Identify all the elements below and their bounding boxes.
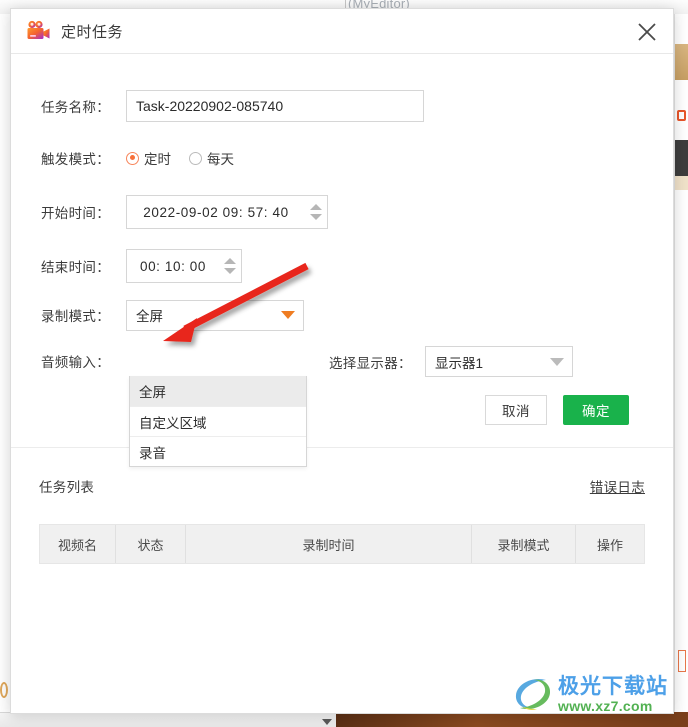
record-mode-select[interactable]: 全屏 [126, 299, 304, 331]
start-time-row: 开始时间： 2022-09-02 09: 57: 40 [11, 184, 673, 240]
column-header-video-name: 视频名 [40, 525, 116, 563]
task-name-label: 任务名称： [41, 100, 110, 115]
dropdown-option-custom-region[interactable]: 自定义区域 [130, 406, 306, 436]
task-name-input[interactable] [126, 90, 424, 122]
cancel-button[interactable]: 取消 [485, 395, 547, 425]
monitor-select-row: 选择显示器： 显示器1 [329, 346, 573, 377]
radio-option-timed-label: 定时 [144, 152, 171, 167]
stepper-down-icon[interactable] [310, 214, 322, 220]
dropdown-option-fullscreen[interactable]: 全屏 [130, 376, 306, 406]
end-time-label: 结束时间： [41, 260, 110, 275]
task-list-section: 任务列表 错误日志 视频名 状态 录制时间 录制模式 操作 [11, 448, 673, 564]
column-header-status: 状态 [116, 525, 186, 563]
scroll-down-arrow-icon[interactable] [322, 719, 332, 725]
task-form: 任务名称： 触发模式： 定时 每天 开始时间： 2022-09-02 09: 5… [11, 54, 673, 467]
background-orange-marker2-icon [678, 650, 686, 672]
stepper-down-icon[interactable] [224, 268, 236, 274]
radio-option-timed[interactable]: 定时 [126, 148, 171, 168]
error-log-link[interactable]: 错误日志 [590, 476, 645, 496]
stepper-up-icon[interactable] [310, 204, 322, 210]
task-list-title: 任务列表 [39, 480, 95, 495]
start-time-label: 开始时间： [41, 206, 110, 221]
record-mode-row: 录制模式： 全屏 [11, 292, 673, 338]
monitor-select[interactable]: 显示器1 [425, 346, 573, 377]
radio-unselected-icon [189, 151, 202, 165]
dialog-action-buttons: 取消 确定 [485, 395, 629, 425]
dropdown-option-custom-region-label: 自定义区域 [139, 415, 207, 431]
record-mode-dropdown: 全屏 自定义区域 录音 [129, 376, 307, 467]
radio-selected-icon [126, 151, 139, 165]
background-cream-thumbnail [675, 176, 688, 190]
column-header-record-mode: 录制模式 [472, 525, 576, 563]
monitor-label: 选择显示器： [329, 355, 412, 371]
record-mode-label: 录制模式： [41, 309, 110, 324]
column-header-record-time: 录制时间 [186, 525, 472, 563]
dropdown-option-fullscreen-label: 全屏 [139, 385, 166, 400]
background-brown-strip [336, 712, 688, 727]
stepper-up-icon[interactable] [224, 258, 236, 264]
radio-option-daily[interactable]: 每天 [189, 148, 234, 168]
task-name-row: 任务名称： [11, 80, 673, 132]
chevron-down-icon[interactable] [281, 311, 295, 319]
end-time-value: 00: 10: 00 [139, 258, 207, 274]
video-camera-icon [25, 20, 51, 42]
start-time-value: 2022-09-02 09: 57: 40 [143, 204, 289, 220]
background-left-orange-icon [0, 682, 8, 698]
close-icon[interactable] [631, 16, 663, 48]
dialog-titlebar: 定时任务 [11, 9, 673, 54]
trigger-mode-label: 触发模式： [41, 152, 110, 167]
end-time-stepper[interactable] [219, 250, 241, 282]
record-mode-selected-value: 全屏 [136, 309, 163, 324]
background-dark-thumbnail [675, 140, 688, 176]
background-gold-thumbnail [675, 44, 688, 80]
scheduled-task-dialog: 定时任务 任务名称： 触发模式： 定时 每天 [10, 8, 674, 714]
chevron-down-icon[interactable] [550, 357, 564, 366]
task-table-header-row: 视频名 状态 录制时间 录制模式 操作 [39, 524, 645, 564]
monitor-selected-value: 显示器1 [435, 355, 484, 371]
column-header-actions: 操作 [596, 537, 623, 553]
end-time-spinner[interactable]: 00: 10: 00 [126, 249, 242, 283]
background-orange-marker-icon [677, 110, 686, 121]
confirm-button[interactable]: 确定 [563, 395, 629, 425]
dropdown-option-audio-record-label: 录音 [139, 445, 166, 461]
trigger-mode-row: 触发模式： 定时 每天 [11, 132, 673, 184]
start-time-spinner[interactable]: 2022-09-02 09: 57: 40 [126, 195, 328, 229]
dialog-title: 定时任务 [61, 23, 124, 41]
start-time-stepper[interactable] [305, 196, 327, 228]
end-time-row: 结束时间： 00: 10: 00 [11, 240, 673, 292]
trigger-mode-radio-group: 定时 每天 [126, 148, 234, 168]
radio-option-daily-label: 每天 [207, 152, 234, 167]
task-list-header: 任务列表 错误日志 [39, 476, 645, 496]
dropdown-option-audio-record[interactable]: 录音 [130, 436, 306, 466]
audio-input-label: 音频输入： [41, 355, 110, 370]
